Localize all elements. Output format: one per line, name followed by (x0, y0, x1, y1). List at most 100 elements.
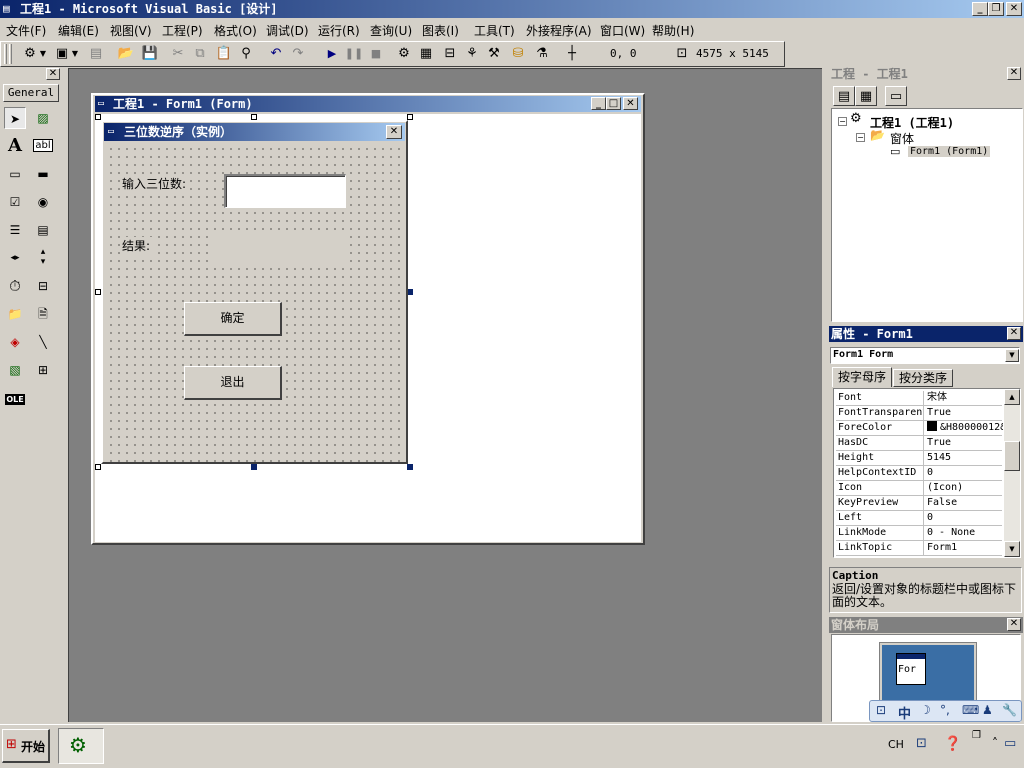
property-value[interactable]: &H80000012& (925, 421, 1003, 435)
menu-item[interactable]: 调试(D) (266, 22, 309, 40)
object-browser-icon[interactable]: ⚘ (462, 44, 482, 64)
tree-expand-icon[interactable]: − (838, 117, 847, 126)
start-button[interactable]: ⊞ 开始 (2, 729, 50, 763)
save-icon[interactable]: 💾 (140, 44, 160, 64)
project-explorer-close-button[interactable]: ✕ (1007, 67, 1021, 80)
ime-logo-icon[interactable]: ⊡ (876, 703, 886, 717)
tray-expand-icon[interactable]: ˄ (992, 736, 998, 750)
toolbox-icon[interactable]: ⚒ (484, 44, 504, 64)
properties-close-button[interactable]: ✕ (1007, 327, 1021, 340)
vscrollbar-tool-icon[interactable]: ▴ ▾ (32, 247, 54, 269)
tray-restore-icon[interactable]: ❐ (972, 730, 981, 741)
object-combo[interactable]: Form1 Form ▼ (830, 347, 1020, 364)
property-value[interactable]: Form1 (925, 541, 1003, 555)
menu-item[interactable]: 编辑(E) (58, 22, 99, 40)
tree-form1-item[interactable]: Form1 (Form1) (908, 146, 991, 157)
view-object-icon[interactable]: ▦ (855, 86, 877, 106)
add-form-icon[interactable]: ▣ (52, 44, 72, 64)
optionbutton-tool-icon[interactable]: ◉ (32, 191, 54, 213)
open-folder-icon[interactable]: 📂 (116, 44, 136, 64)
property-scrollbar[interactable]: ▲ ▼ (1004, 389, 1020, 557)
toggle-folders-icon[interactable]: ▭ (885, 86, 907, 106)
paste-icon[interactable]: 📋 (214, 44, 234, 64)
close-button[interactable]: ✕ (1006, 2, 1022, 16)
ime-mode[interactable]: 中 (898, 703, 911, 722)
mini-form[interactable]: For (896, 653, 926, 685)
ime-halfwidth-icon[interactable]: ☽ (920, 703, 931, 717)
tab-categorized[interactable]: 按分类序 (893, 369, 953, 387)
property-row[interactable]: ForeColor &H80000012& (836, 421, 1003, 436)
filelistbox-tool-icon[interactable]: 🗎 (32, 303, 54, 325)
visual-component-icon[interactable]: ⚗ (532, 44, 552, 64)
add-project-icon[interactable]: ⚙ (20, 44, 40, 64)
menu-item[interactable]: 外接程序(A) (526, 22, 592, 40)
scroll-up-icon[interactable]: ▲ (1004, 389, 1020, 405)
menu-item[interactable]: 窗口(W) (600, 22, 645, 40)
find-icon[interactable]: ⚲ (236, 44, 256, 64)
tab-alphabetic[interactable]: 按字母序 (832, 367, 892, 387)
checkbox-tool-icon[interactable]: ☑ (4, 191, 26, 213)
property-value[interactable]: 0 - None (925, 526, 1003, 540)
project-explorer-icon[interactable]: ⚙ (394, 44, 414, 64)
ole-tool-icon[interactable]: OLE (4, 389, 26, 411)
ime-user-icon[interactable]: ♟ (982, 703, 993, 717)
line-tool-icon[interactable]: ╲ (32, 331, 54, 353)
selection-handle[interactable] (251, 464, 257, 470)
property-value[interactable]: 5145 (925, 451, 1003, 465)
copy-icon[interactable]: ⧉ (190, 44, 210, 64)
menu-item[interactable]: 格式(O) (214, 22, 257, 40)
data-tool-icon[interactable]: ⊞ (32, 359, 54, 381)
property-value[interactable]: 0 (925, 511, 1003, 525)
textbox-tool-icon[interactable]: abl (32, 135, 54, 157)
timer-tool-icon[interactable]: ⏱ (4, 275, 26, 297)
property-row[interactable]: Font 宋体 (836, 391, 1002, 406)
properties-window-icon[interactable]: ▦ (416, 44, 436, 64)
listbox-tool-icon[interactable]: ▤ (32, 219, 54, 241)
designer-maximize-button[interactable]: □ (606, 97, 621, 110)
menu-editor-icon[interactable]: ▤ (86, 44, 106, 64)
tree-expand-icon[interactable]: − (856, 133, 865, 142)
property-row[interactable]: LinkMode 0 - None (836, 526, 1002, 541)
frame-tool-icon[interactable]: ▭ (4, 163, 26, 185)
property-row[interactable]: Left 0 (836, 511, 1002, 526)
property-value[interactable]: 0 (925, 466, 1003, 480)
property-row[interactable]: Icon (Icon) (836, 481, 1002, 496)
restore-button[interactable]: ❐ (988, 2, 1004, 16)
exit-button[interactable]: 退出 (184, 366, 282, 400)
form-layout-close-button[interactable]: ✕ (1007, 618, 1021, 631)
commandbutton-tool-icon[interactable]: ▬ (32, 163, 54, 185)
selection-handle[interactable] (95, 464, 101, 470)
scroll-thumb[interactable] (1004, 441, 1020, 471)
hscrollbar-tool-icon[interactable]: ◂▸ (4, 247, 26, 269)
shape-tool-icon[interactable]: ◈ (4, 331, 26, 353)
undo-icon[interactable]: ↶ (266, 44, 286, 64)
redo-icon[interactable]: ↷ (288, 44, 308, 64)
minimize-button[interactable]: _ (972, 2, 988, 16)
menu-item[interactable]: 工程(P) (162, 22, 203, 40)
property-value[interactable]: True (925, 406, 1003, 420)
menu-item[interactable]: 图表(I) (422, 22, 459, 40)
drivelistbox-tool-icon[interactable]: ⊟ (32, 275, 54, 297)
picturebox-tool-icon[interactable]: ▨ (32, 107, 54, 129)
toolbox-close-button[interactable]: ✕ (46, 68, 60, 80)
help-tray-icon[interactable]: ❓ (944, 736, 961, 752)
form-layout-icon[interactable]: ⊟ (440, 44, 460, 64)
menu-item[interactable]: 工具(T) (474, 22, 515, 40)
scroll-down-icon[interactable]: ▼ (1004, 541, 1020, 557)
property-row[interactable]: LinkTopic Form1 (836, 541, 1002, 556)
ime-punctuation-icon[interactable]: °, (940, 703, 950, 717)
ime-tray-icon[interactable]: ⊡ (916, 736, 927, 751)
property-row[interactable]: FontTransparent True (836, 406, 1002, 421)
toolbox-general-tab[interactable]: General (3, 84, 59, 102)
property-row[interactable]: HelpContextID 0 (836, 466, 1002, 481)
language-indicator[interactable]: CH (888, 738, 904, 751)
ime-settings-icon[interactable]: 🔧 (1002, 703, 1017, 717)
ok-button[interactable]: 确定 (184, 302, 282, 336)
label-tool-icon[interactable]: A (4, 135, 26, 157)
property-value[interactable]: (Icon) (925, 481, 1003, 495)
menu-item[interactable]: 文件(F) (6, 22, 46, 40)
designer-close-button[interactable]: ✕ (623, 97, 638, 110)
dirlistbox-tool-icon[interactable]: 📁 (4, 303, 26, 325)
pause-icon[interactable]: ❚❚ (344, 44, 364, 64)
menu-item[interactable]: 查询(U) (370, 22, 412, 40)
